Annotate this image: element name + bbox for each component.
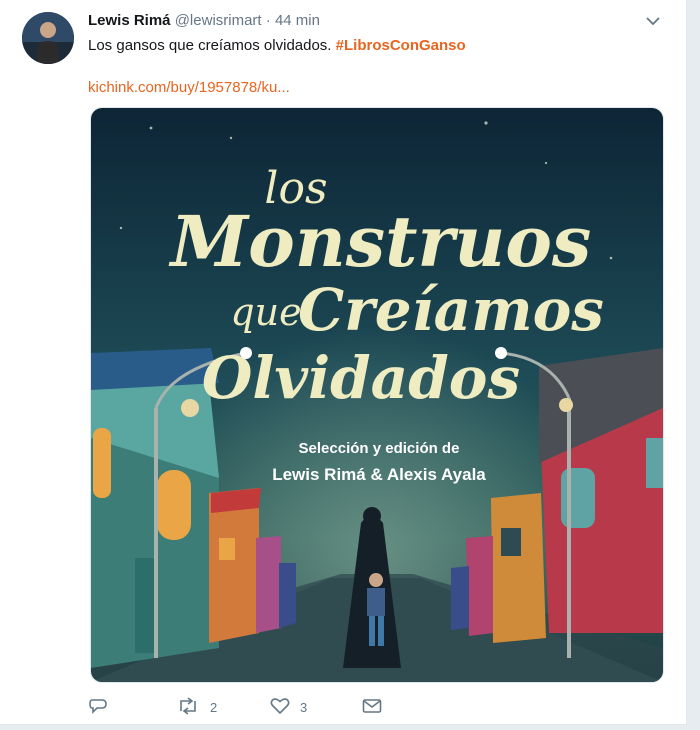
retweet-icon xyxy=(176,696,200,718)
reply-button[interactable] xyxy=(88,693,118,721)
chevron-down-icon[interactable] xyxy=(642,10,664,32)
separator-dot: · xyxy=(265,12,271,29)
avatar[interactable] xyxy=(22,12,74,64)
like-button[interactable]: 3 xyxy=(270,693,307,721)
tweet-text: Los gansos que creíamos olvidados. #Libr… xyxy=(88,36,466,56)
author-name[interactable]: Lewis Rimá xyxy=(88,12,171,29)
cover-title-line2: Monstruos xyxy=(169,200,592,283)
tweet-url-link[interactable]: kichink.com/buy/1957878/ku... xyxy=(88,78,290,98)
like-count: 3 xyxy=(300,699,308,715)
tweet-body: Los gansos que creíamos olvidados. xyxy=(88,37,332,54)
cover-title-line3a: que xyxy=(230,290,301,334)
retweet-count: 2 xyxy=(210,699,218,715)
cover-title-line4: Olvidados xyxy=(202,344,520,412)
retweet-button[interactable]: 2 xyxy=(176,693,217,721)
tweet-header: Lewis Rimá @lewisrimart · 44 min xyxy=(88,12,320,30)
tweet-card[interactable]: Lewis Rimá @lewisrimart · 44 min Los gan… xyxy=(0,0,687,725)
direct-message-button[interactable] xyxy=(362,693,382,721)
book-cover-illustration: los Monstruos que Creíamos Olvidados Sel… xyxy=(91,108,663,682)
timestamp[interactable]: 44 min xyxy=(275,12,320,29)
tweet-actions: 2 3 xyxy=(88,693,648,721)
cover-title-line3b: Creíamos xyxy=(298,276,604,344)
author-handle[interactable]: @lewisrimart xyxy=(175,12,262,29)
hashtag-link[interactable]: #LibrosConGanso xyxy=(336,37,466,54)
heart-icon xyxy=(270,697,290,718)
reply-icon xyxy=(88,697,108,718)
cover-credit-line2: Lewis Rimá & Alexis Ayala xyxy=(272,465,486,484)
mail-icon xyxy=(362,698,382,717)
tweet-image[interactable]: los Monstruos que Creíamos Olvidados Sel… xyxy=(90,107,664,683)
cover-credit-line1: Selección y edición de xyxy=(299,440,460,457)
